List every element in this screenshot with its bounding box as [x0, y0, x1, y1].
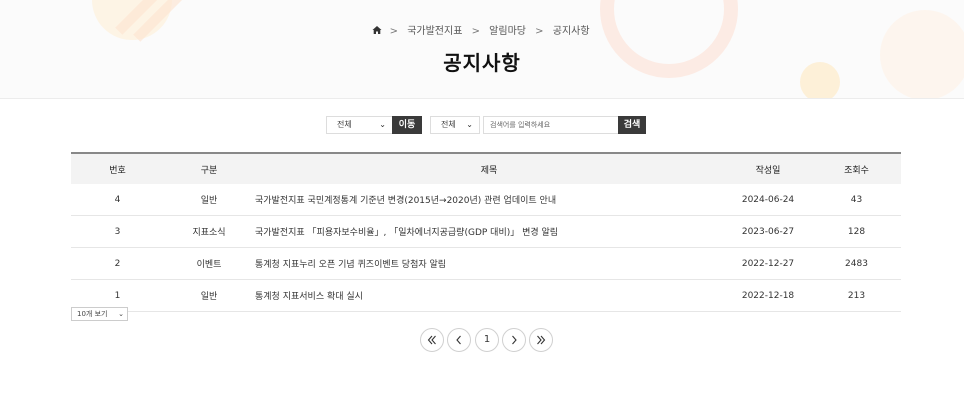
table-row[interactable]: 4 일반 국가발전지표 국민계정통계 기준년 변경(2015년→2020년) 관…: [71, 184, 901, 216]
search-input[interactable]: 검색어를 입력하세요: [483, 116, 624, 134]
first-page-button[interactable]: [420, 328, 444, 352]
next-page-button[interactable]: [502, 328, 526, 352]
column-header-category: 구분: [200, 165, 218, 176]
cell-views: 43: [812, 184, 901, 216]
table-row[interactable]: 2 이벤트 통계청 지표누리 오픈 기념 퀴즈이벤트 당첨자 알림 2022-1…: [71, 247, 901, 280]
cell-title-link[interactable]: 통계청 지표누리 오픈 기념 퀴즈이벤트 당첨자 알림: [254, 247, 724, 280]
breadcrumb: > 국가발전지표 > 알림마당 > 공지사항: [0, 22, 964, 37]
cell-category: 일반: [164, 184, 254, 216]
cell-number: 2: [71, 247, 164, 280]
breadcrumb-item[interactable]: 알림마당: [489, 26, 526, 37]
table-row[interactable]: 3 지표소식 국가발전지표 「피용자보수비율」, 「일차에너지공급량(GDP 대…: [71, 215, 901, 248]
cell-views: 128: [812, 215, 901, 248]
column-header-title: 제목: [480, 165, 498, 176]
double-chevron-right-icon: [537, 335, 546, 345]
chevron-down-icon: ⌄: [118, 310, 124, 318]
notice-table: 번호 구분 제목 작성일 조회수 4 일반 국가발전지표 국민계정통계 기준년 …: [71, 152, 901, 312]
cell-date: 2024-06-24: [724, 184, 812, 216]
chevron-down-icon: ⌄: [466, 120, 473, 129]
column-header-number: 번호: [109, 165, 126, 176]
cell-number: 3: [71, 215, 164, 248]
column-header-date: 작성일: [755, 165, 781, 176]
cell-category: 일반: [164, 279, 254, 312]
table-header-row: 번호 구분 제목 작성일 조회수: [71, 153, 901, 184]
page-header: > 국가발전지표 > 알림마당 > 공지사항 공지사항: [0, 0, 964, 99]
breadcrumb-item[interactable]: 국가발전지표: [407, 26, 462, 37]
cell-number: 4: [71, 184, 164, 216]
cell-title-link[interactable]: 국가발전지표 국민계정통계 기준년 변경(2015년→2020년) 관련 업데이…: [254, 184, 724, 216]
page-size-select[interactable]: 10개 보기 ⌄: [71, 307, 128, 321]
search-field-select-value: 전체: [441, 120, 456, 129]
cell-views: 2483: [812, 247, 901, 280]
prev-page-button[interactable]: [447, 328, 471, 352]
table-row[interactable]: 1 일반 통계청 지표서비스 확대 실시 2022-12-18 213: [71, 279, 901, 312]
cell-title-link[interactable]: 국가발전지표 「피용자보수비율」, 「일차에너지공급량(GDP 대비)」 변경 …: [254, 215, 724, 248]
column-header-views: 조회수: [844, 165, 869, 176]
cell-views: 213: [812, 279, 901, 312]
home-icon[interactable]: [372, 25, 382, 35]
breadcrumb-separator: >: [389, 26, 399, 37]
double-chevron-left-icon: [427, 335, 436, 345]
last-page-button[interactable]: [529, 328, 553, 352]
go-button[interactable]: 이동: [392, 116, 422, 134]
cell-category: 지표소식: [164, 215, 254, 248]
cell-date: 2022-12-27: [724, 247, 812, 280]
category-select[interactable]: 전체 ⌄: [326, 116, 393, 134]
breadcrumb-separator: >: [535, 26, 544, 37]
search-field-select[interactable]: 전체 ⌄: [430, 116, 480, 134]
cell-date: 2022-12-18: [724, 279, 812, 312]
search-button[interactable]: 검색: [618, 116, 646, 134]
page-title: 공지사항: [443, 51, 521, 75]
page-number-button[interactable]: 1: [475, 328, 499, 352]
breadcrumb-item-current[interactable]: 공지사항: [553, 26, 590, 37]
breadcrumb-separator: >: [471, 26, 480, 37]
category-select-value: 전체: [337, 120, 352, 129]
page-size-value: 10개 보기: [77, 310, 108, 318]
chevron-down-icon: ⌄: [379, 120, 386, 129]
cell-title-link[interactable]: 통계청 지표서비스 확대 실시: [254, 279, 724, 312]
chevron-right-icon: [512, 335, 517, 345]
cell-category: 이벤트: [164, 247, 254, 280]
cell-date: 2023-06-27: [724, 215, 812, 248]
chevron-left-icon: [456, 335, 461, 345]
